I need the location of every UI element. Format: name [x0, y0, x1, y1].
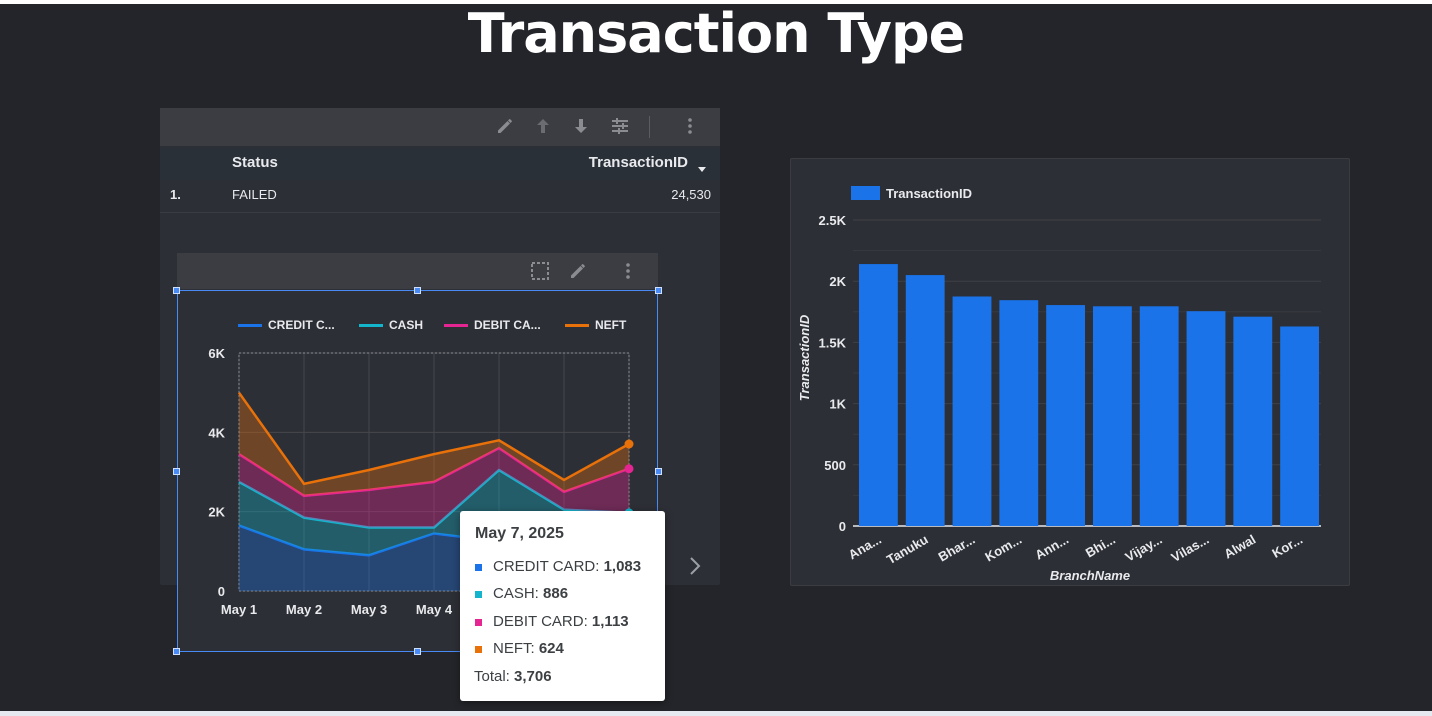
tooltip-row-cash: CASH: 886 [475, 585, 568, 602]
legend-square-icon [475, 563, 482, 571]
x-tick-label: Vijay... [1123, 532, 1165, 565]
x-tick-label: May 4 [416, 602, 453, 617]
x-tick-label: Ann... [1032, 532, 1071, 563]
table-toolbar [160, 108, 720, 146]
bar-chart-card[interactable]: TransactionID 0 500 1K 1.5K 2K 2.5K Ana... Tanuk… [790, 158, 1350, 586]
resize-handle[interactable] [655, 287, 662, 294]
pencil-icon[interactable] [568, 261, 588, 286]
tooltip-row-neft: NEFT: 624 [475, 640, 564, 657]
x-tick-label: May 3 [351, 602, 387, 617]
bar-chart[interactable]: TransactionID 0 500 1K 1.5K 2K 2.5K Ana... Tanuk… [791, 159, 1349, 585]
legend-square-icon [475, 590, 482, 598]
bar [999, 300, 1039, 526]
legend-square-icon [475, 618, 482, 626]
bar [1092, 306, 1132, 526]
y-tick-label: 0 [218, 584, 225, 599]
y-tick-label: 2K [829, 274, 846, 289]
y-tick-label: 6K [208, 346, 225, 361]
y-tick-label: 500 [824, 458, 846, 473]
y-tick-label: 2.5K [819, 213, 847, 228]
x-tick-label: Bhi... [1083, 532, 1118, 561]
tooltip-row-debit-card: DEBIT CARD: 1,113 [475, 613, 629, 630]
tooltip-row-credit-card: CREDIT CARD: 1,083 [475, 558, 641, 575]
bottom-border [0, 711, 1432, 716]
legend-label: TransactionID [886, 186, 972, 201]
x-tick-label: Ana... [846, 532, 884, 563]
tune-icon[interactable] [609, 116, 631, 138]
x-tick-label: Alwal [1221, 532, 1258, 562]
x-tick-label: Tanuku [884, 532, 931, 568]
chart-tooltip: May 7, 2025 CREDIT CARD: 1,083 CASH: 886… [460, 511, 665, 701]
bar [905, 275, 945, 526]
chart-toolbar [177, 253, 658, 289]
resize-handle[interactable] [414, 648, 421, 655]
bar [1139, 306, 1179, 526]
more-vert-icon[interactable] [618, 261, 638, 286]
arrow-down-icon[interactable] [570, 116, 592, 138]
x-tick-label: Bhar... [936, 532, 978, 565]
y-tick-label: 0 [839, 519, 846, 534]
caret-down-icon[interactable] [698, 160, 706, 178]
x-axis-title: BranchName [1050, 568, 1130, 583]
x-tick-label: May 1 [221, 602, 257, 617]
data-point [624, 464, 634, 474]
resize-handle[interactable] [173, 287, 180, 294]
bar [1186, 311, 1226, 526]
y-axis-title: TransactionID [797, 314, 812, 401]
bar [858, 264, 898, 526]
y-tick-label: 2K [208, 505, 225, 520]
pencil-icon[interactable] [494, 116, 516, 138]
x-tick-label: Kor... [1269, 532, 1305, 561]
chevron-right-icon[interactable] [688, 556, 702, 582]
row-status: FAILED [232, 187, 277, 202]
resize-handle[interactable] [414, 287, 421, 294]
tooltip-date: May 7, 2025 [475, 525, 564, 542]
table-row[interactable]: 1. FAILED 24,530 [160, 180, 720, 213]
resize-handle[interactable] [173, 468, 180, 475]
toolbar-separator [649, 116, 650, 138]
legend-swatch [851, 186, 880, 200]
x-tick-label: Kom... [982, 532, 1024, 565]
bar [952, 296, 992, 526]
y-tick-label: 1K [829, 397, 846, 412]
x-tick-label: May 2 [286, 602, 322, 617]
legend-square-icon [475, 645, 482, 653]
resize-handle[interactable] [655, 468, 662, 475]
x-tick-label: Vilas... [1169, 532, 1212, 565]
bar [1233, 316, 1273, 526]
data-point [624, 439, 634, 449]
column-header-transactionid[interactable]: TransactionID [589, 154, 688, 171]
select-icon[interactable] [530, 261, 550, 286]
arrow-up-icon[interactable] [532, 116, 554, 138]
page-title: Transaction Type [467, 2, 966, 65]
more-vert-icon[interactable] [679, 116, 701, 138]
bar [1046, 305, 1086, 526]
tooltip-total: Total: 3,706 [474, 668, 552, 685]
resize-handle[interactable] [173, 648, 180, 655]
row-transactionid: 24,530 [671, 187, 711, 202]
table-header: Status TransactionID [160, 148, 720, 180]
y-tick-label: 1.5K [819, 335, 847, 350]
row-index: 1. [170, 187, 181, 202]
y-tick-label: 4K [208, 425, 225, 440]
bar [1280, 326, 1320, 526]
column-header-status[interactable]: Status [232, 154, 278, 171]
